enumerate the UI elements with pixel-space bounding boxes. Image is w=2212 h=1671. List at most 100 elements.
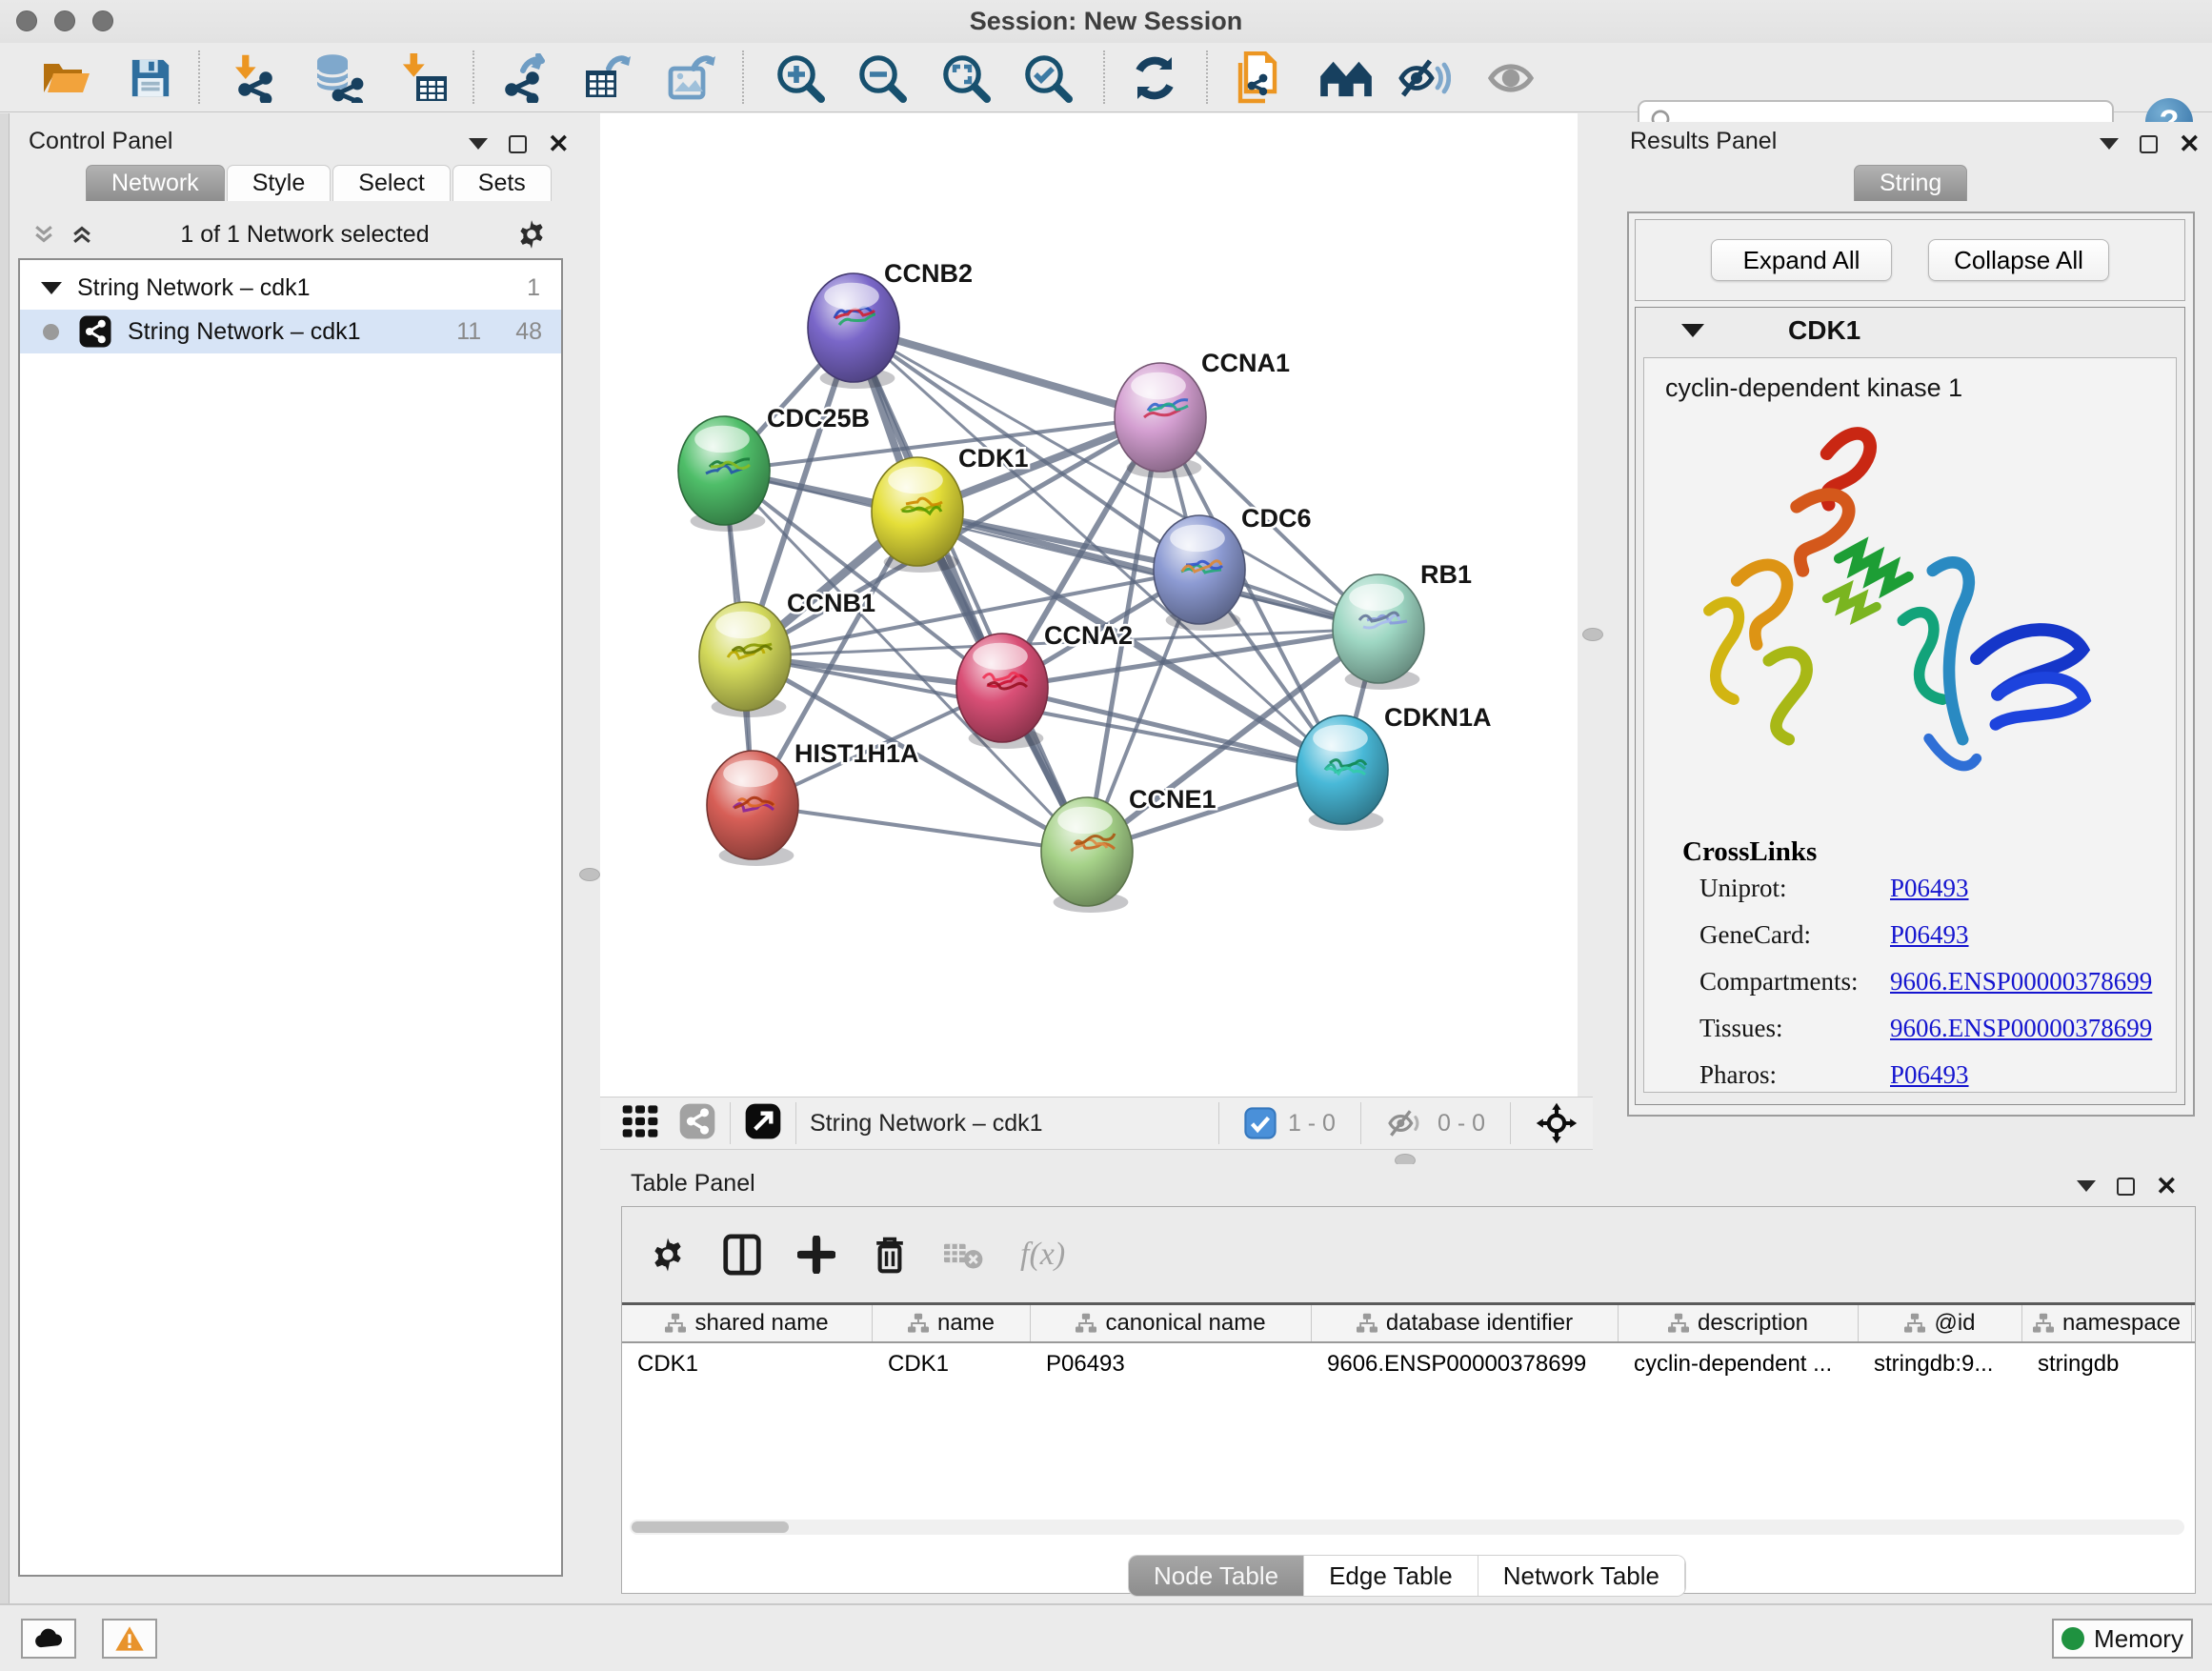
float-panel-icon[interactable] — [2100, 138, 2119, 150]
zoom-out-button[interactable] — [854, 50, 911, 106]
crosslink-link[interactable]: P06493 — [1890, 874, 1969, 903]
tab-edge-table[interactable]: Edge Table — [1304, 1556, 1478, 1596]
node-label-CCNB1: CCNB1 — [787, 589, 875, 617]
maximize-panel-icon[interactable] — [509, 135, 527, 153]
maximize-panel-icon[interactable] — [2117, 1178, 2135, 1196]
cloud-button[interactable] — [21, 1619, 76, 1659]
results-panel-title: Results Panel — [1630, 128, 1777, 155]
close-panel-icon[interactable]: ✕ — [2156, 1177, 2178, 1196]
column-header-canonical-name[interactable]: canonical name — [1031, 1305, 1312, 1341]
right-splitter[interactable] — [1578, 113, 1608, 1097]
column-header-database-identifier[interactable]: database identifier — [1312, 1305, 1619, 1341]
warning-button[interactable] — [102, 1619, 157, 1659]
entry-header[interactable]: CDK1 — [1636, 308, 2184, 353]
expand-all-button[interactable]: Expand All — [1711, 239, 1892, 281]
close-panel-icon[interactable]: ✕ — [548, 134, 570, 153]
hide-selected-button[interactable] — [1396, 50, 1453, 106]
tab-network[interactable]: Network — [86, 165, 225, 201]
memory-button[interactable]: Memory — [2052, 1619, 2193, 1659]
tab-string[interactable]: String — [1854, 165, 1967, 201]
network-node-CDC25B[interactable]: CDC25B — [678, 404, 870, 532]
delete-column-trash-icon[interactable] — [872, 1234, 908, 1276]
gear-icon[interactable] — [515, 218, 548, 251]
float-panel-icon[interactable] — [469, 138, 488, 150]
network-node-CCNB2[interactable]: CCNB2 — [808, 259, 973, 389]
export-image-button[interactable] — [663, 50, 720, 106]
network-overview-button[interactable] — [1317, 50, 1375, 106]
crosslink-link[interactable]: 9606.ENSP00000378699 — [1890, 1014, 2152, 1043]
table-row[interactable]: CDK1CDK1P064939606.ENSP00000378699cyclin… — [622, 1343, 2195, 1385]
network-node-CCNE1[interactable]: CCNE1 — [1041, 785, 1217, 913]
show-all-button[interactable] — [1482, 50, 1539, 106]
node-label-CCNA2: CCNA2 — [1044, 621, 1133, 650]
maximize-panel-icon[interactable] — [2140, 135, 2158, 153]
network-edge-count: 48 — [515, 318, 542, 346]
zoom-selected-button[interactable] — [1019, 50, 1076, 106]
network-node-RB1[interactable]: RB1 — [1333, 560, 1472, 690]
export-network-button[interactable] — [496, 50, 553, 106]
houses-icon — [1318, 56, 1374, 100]
toolbar-separator — [473, 50, 474, 104]
tab-style[interactable]: Style — [227, 165, 332, 201]
network-canvas[interactable]: CCNB2CCNA1CDC25BCDK1CDC6RB1CCNB1CCNA2CDK… — [600, 113, 1593, 1097]
expand-all-icon[interactable] — [70, 222, 94, 247]
selected-checkbox-icon[interactable] — [1244, 1107, 1277, 1139]
crosslink-link[interactable]: P06493 — [1890, 1060, 1969, 1090]
zoom-fit-button[interactable] — [937, 50, 995, 106]
tab-node-table[interactable]: Node Table — [1129, 1556, 1304, 1596]
column-header-name[interactable]: name — [873, 1305, 1031, 1341]
network-node-HIST1H1A[interactable]: HIST1H1A — [707, 739, 919, 866]
network-node-CDC6[interactable]: CDC6 — [1154, 504, 1312, 631]
column-label: shared name — [694, 1310, 828, 1337]
tab-network-table[interactable]: Network Table — [1478, 1556, 1685, 1596]
hidden-eye-slash-icon[interactable] — [1386, 1107, 1426, 1139]
network-collection-row[interactable]: String Network – cdk1 1 — [20, 266, 561, 310]
scrollbar-thumb[interactable] — [632, 1521, 789, 1533]
detach-view-icon[interactable] — [744, 1102, 782, 1145]
collapse-all-button[interactable]: Collapse All — [1928, 239, 2109, 281]
network-edge-HIST1H1A-CCNE1[interactable] — [753, 805, 1087, 852]
import-network-file-button[interactable] — [230, 50, 287, 106]
column-header-namespace[interactable]: namespace — [2022, 1305, 2192, 1341]
table-horizontal-scrollbar[interactable] — [630, 1520, 2184, 1535]
network-row-selected[interactable]: String Network – cdk1 11 48 — [20, 310, 561, 353]
open-session-button[interactable] — [38, 50, 95, 106]
crosslink-link[interactable]: 9606.ENSP00000378699 — [1890, 967, 2152, 997]
entry-expander-icon[interactable] — [1681, 324, 1704, 337]
close-panel-icon[interactable]: ✕ — [2179, 134, 2201, 153]
tab-sets[interactable]: Sets — [452, 165, 552, 201]
center-view-icon[interactable] — [1536, 1102, 1578, 1144]
crosslink-link[interactable]: P06493 — [1890, 920, 1969, 950]
toolbar-separator — [1360, 1102, 1361, 1144]
right-splitter-handle[interactable] — [1582, 628, 1603, 641]
network-node-CDKN1A[interactable]: CDKN1A — [1297, 703, 1492, 831]
main-toolbar: ? — [0, 43, 2212, 112]
tab-select[interactable]: Select — [332, 165, 450, 201]
column-header-description[interactable]: description — [1619, 1305, 1859, 1341]
memory-label: Memory — [2094, 1624, 2183, 1654]
window-title: Session: New Session — [0, 7, 2212, 36]
save-icon — [129, 56, 172, 100]
column-header-@id[interactable]: @id — [1859, 1305, 2022, 1341]
zoom-in-button[interactable] — [772, 50, 829, 106]
clone-network-button[interactable] — [1231, 50, 1288, 106]
left-splitter[interactable] — [572, 113, 600, 1164]
float-panel-icon[interactable] — [2077, 1180, 2096, 1192]
refresh-button[interactable] — [1126, 50, 1183, 106]
export-table-button[interactable] — [578, 50, 635, 106]
view-share-icon[interactable] — [678, 1102, 716, 1145]
show-columns-icon[interactable] — [723, 1234, 761, 1276]
birdseye-grid-icon[interactable] — [621, 1102, 659, 1145]
table-settings-gear-icon[interactable] — [649, 1236, 687, 1274]
node-result-entry: CDK1 cyclin-dependent kinase 1 — [1635, 307, 2185, 1105]
import-table-button[interactable] — [397, 50, 454, 106]
refresh-icon — [1130, 53, 1179, 103]
column-header-shared-name[interactable]: shared name — [622, 1305, 873, 1341]
import-network-database-button[interactable] — [310, 50, 367, 106]
collection-expander-icon[interactable] — [41, 282, 62, 294]
left-splitter-handle[interactable] — [579, 868, 600, 881]
network-edge-CCNB2-CCNA1[interactable] — [854, 328, 1160, 417]
collapse-all-icon[interactable] — [31, 222, 56, 247]
add-column-plus-icon[interactable] — [797, 1236, 835, 1274]
save-session-button[interactable] — [122, 50, 179, 106]
